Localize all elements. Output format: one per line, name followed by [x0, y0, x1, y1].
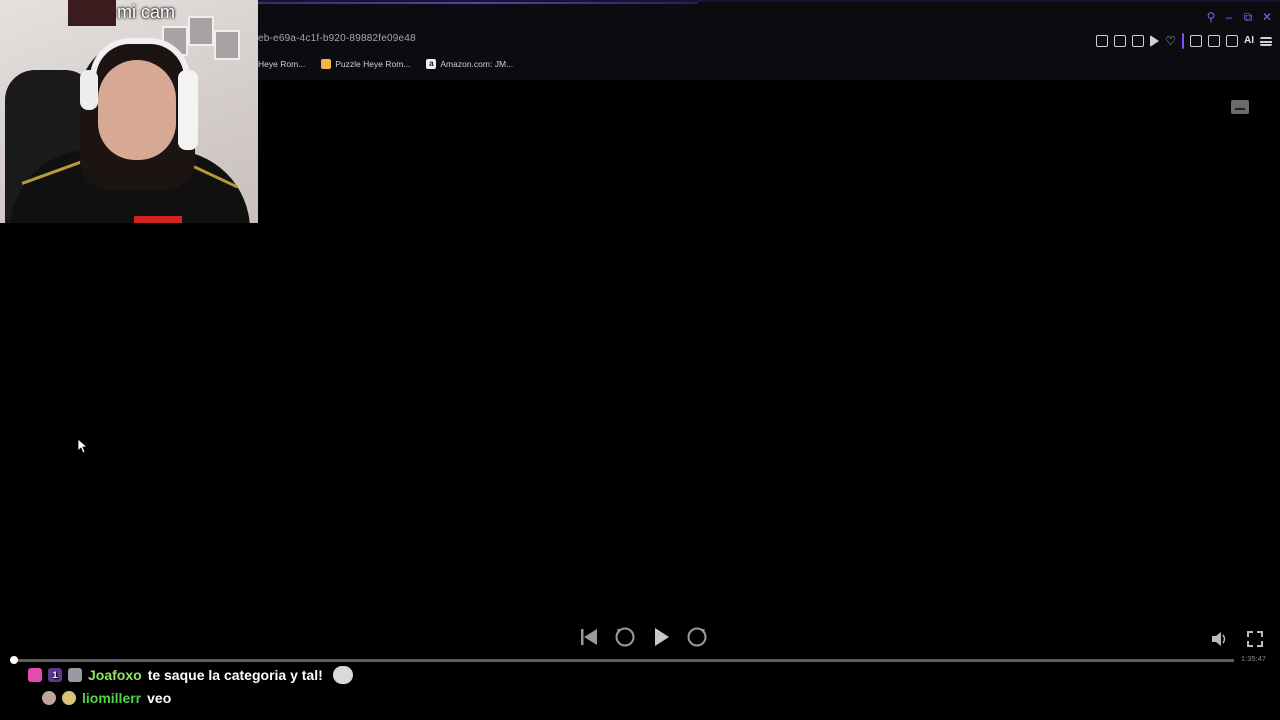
- separator: [1182, 33, 1184, 49]
- headphone-right: [178, 70, 198, 150]
- close-icon[interactable]: ✕: [1260, 10, 1274, 24]
- photo: [214, 30, 240, 60]
- bookmark-label: Puzzle Heye Rom...: [335, 59, 411, 69]
- rewind-10-icon[interactable]: [614, 626, 636, 648]
- time-display: 1:35:47: [1241, 654, 1267, 663]
- cat-badge-icon: [42, 691, 56, 705]
- chat-username[interactable]: Joafoxo: [88, 667, 142, 683]
- webcam-label: mi cam: [117, 2, 175, 22]
- cam-thumbnail: [68, 0, 116, 26]
- extensions-icon[interactable]: [1190, 35, 1202, 47]
- restore-icon[interactable]: ⧉: [1241, 10, 1255, 24]
- chat-message: 1 Joafoxo te saque la categoria y tal!: [28, 666, 353, 684]
- minimize-icon[interactable]: –: [1222, 10, 1236, 24]
- subtitles-icon[interactable]: [1231, 100, 1249, 114]
- chat-username[interactable]: liomillerr: [82, 690, 141, 706]
- mouse-cursor-icon: [78, 439, 88, 454]
- shield-icon[interactable]: [1132, 35, 1145, 47]
- search-icon[interactable]: ⚲: [1204, 10, 1218, 24]
- grey-badge-icon: [68, 668, 82, 682]
- bookmark-label: Amazon.com: JM...: [440, 59, 514, 69]
- pin-icon[interactable]: [1096, 35, 1109, 47]
- menu-icon[interactable]: [1260, 36, 1272, 46]
- gold-badge-icon: [62, 691, 76, 705]
- ai-button[interactable]: AI: [1244, 35, 1254, 47]
- player-controls: [578, 626, 708, 648]
- progress-bar[interactable]: [14, 659, 1234, 662]
- skip-back-icon[interactable]: [578, 626, 600, 648]
- progress-handle[interactable]: [10, 656, 18, 664]
- bookmarks-bar: Heye Rom... Puzzle Heye Rom... a Amazon.…: [258, 57, 513, 71]
- amazon-icon: a: [426, 59, 437, 69]
- toolbar-icons: ♡ AI: [1096, 32, 1272, 50]
- volume-icon[interactable]: [1210, 630, 1228, 648]
- chat-text: veo: [147, 690, 172, 706]
- address-bar-url[interactable]: eb-e69a-4c1f-b920-89882fe09e48: [258, 33, 416, 44]
- emote-icon: [332, 666, 353, 684]
- heart-badge-icon: [28, 668, 42, 682]
- chat-message: liomillerr veo: [42, 690, 171, 706]
- photo: [188, 16, 214, 46]
- play-button[interactable]: [650, 626, 672, 648]
- download-icon[interactable]: [1226, 35, 1238, 47]
- bookmark-icon[interactable]: [1114, 35, 1127, 47]
- bookmark-item[interactable]: Puzzle Heye Rom...: [321, 59, 410, 69]
- profile-icon[interactable]: [1208, 35, 1220, 47]
- puzzle-icon: [321, 59, 332, 69]
- chat-text: te saque la categoria y tal!: [147, 667, 323, 683]
- fullscreen-icon[interactable]: [1246, 630, 1264, 648]
- bookmark-item[interactable]: Heye Rom...: [258, 59, 305, 69]
- forward-10-icon[interactable]: [686, 626, 708, 648]
- headphone-left: [80, 70, 98, 110]
- play-icon[interactable]: [1150, 35, 1160, 47]
- active-tab-indicator: [258, 2, 698, 4]
- bookmark-item[interactable]: a Amazon.com: JM...: [426, 59, 513, 69]
- heart-icon[interactable]: ♡: [1165, 35, 1176, 47]
- sub-badge-icon: 1: [48, 668, 62, 682]
- bookmark-label: Heye Rom...: [258, 59, 306, 69]
- led-light: [134, 216, 182, 223]
- webcam-overlay: mi cam: [0, 0, 258, 223]
